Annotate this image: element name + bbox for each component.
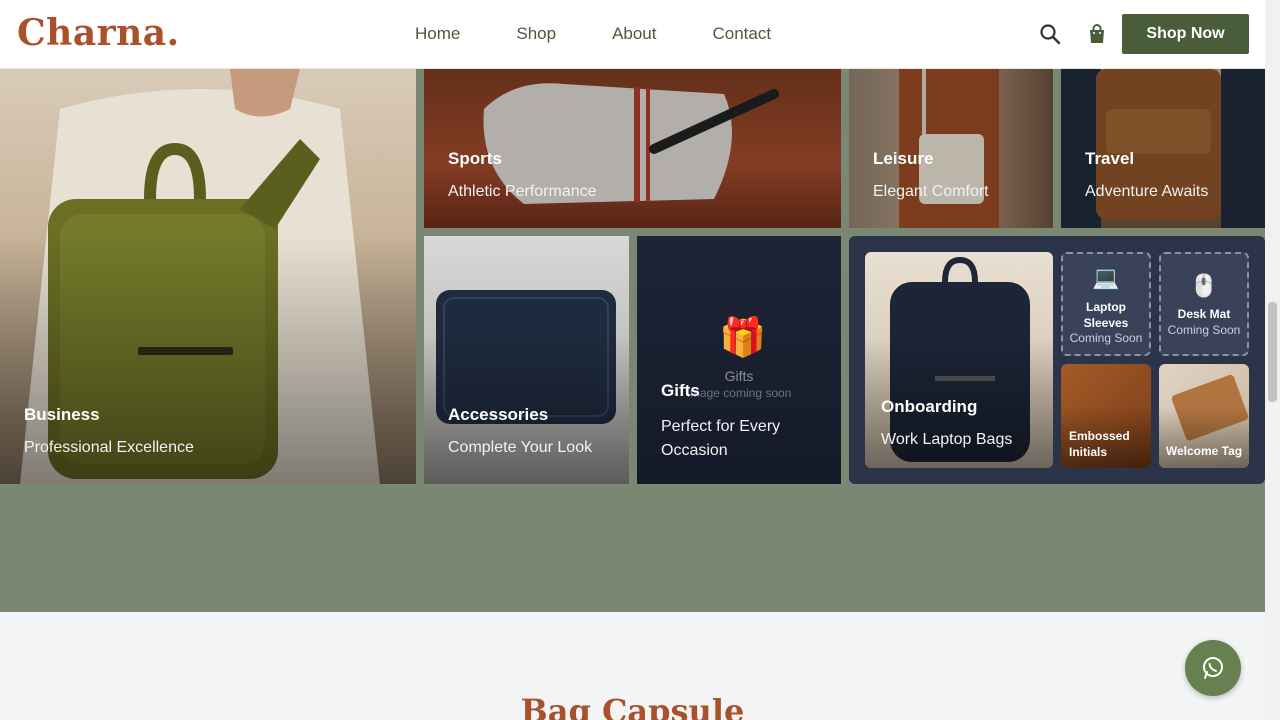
- tile-subtitle: Athletic Performance: [448, 183, 597, 200]
- mini-status: Coming Soon: [1069, 331, 1143, 345]
- scrollbar-thumb[interactable]: [1268, 302, 1277, 402]
- mini-status: Coming Soon: [1167, 323, 1241, 337]
- tile-title: Sports: [448, 149, 502, 168]
- gift-icon: 🎁: [719, 317, 767, 359]
- mini-label: Laptop Sleeves: [1083, 300, 1129, 330]
- nav-home[interactable]: Home: [415, 24, 460, 44]
- tile-title: Business: [24, 405, 100, 424]
- whatsapp-icon[interactable]: [1185, 640, 1241, 696]
- section-title: Bag Capsule: [520, 692, 745, 720]
- tile-title: Leisure: [873, 149, 934, 168]
- shop-now-button[interactable]: Shop Now: [1122, 14, 1249, 54]
- tile-title: Accessories: [448, 405, 549, 424]
- onboarding-item-welcome-tag[interactable]: Welcome Tag: [1159, 364, 1249, 468]
- tile-title: Travel: [1085, 149, 1135, 168]
- category-tile-business[interactable]: Business Professional Excellence: [0, 69, 416, 484]
- tile-title: Onboarding: [881, 397, 978, 416]
- shopping-bag-icon[interactable]: [1085, 22, 1109, 46]
- mouse-icon: 🖱️: [1190, 273, 1218, 298]
- onboarding-item-laptop-sleeves[interactable]: 💻 Laptop Sleeves Coming Soon: [1061, 252, 1151, 356]
- tile-subtitle: Adventure Awaits: [1085, 183, 1209, 200]
- laptop-icon: 💻: [1092, 265, 1120, 290]
- onboarding-item-embossed-initials[interactable]: Embossed Initials: [1061, 364, 1151, 468]
- tile-subtitle: Perfect for Every Occasion: [661, 418, 781, 459]
- onboarding-item-desk-mat[interactable]: 🖱️ Desk Mat Coming Soon: [1159, 252, 1249, 356]
- tile-subtitle: Complete Your Look: [448, 439, 593, 456]
- mini-label: Embossed Initials: [1069, 429, 1130, 459]
- section-spacer: [0, 484, 1265, 612]
- category-tile-sports[interactable]: Sports Athletic Performance: [424, 69, 841, 228]
- mini-label: Desk Mat: [1177, 307, 1231, 321]
- category-tile-accessories[interactable]: Accessories Complete Your Look: [424, 236, 629, 484]
- site-header: Charna. Home Shop About Contact Shop Now: [0, 0, 1265, 69]
- category-tile-leisure[interactable]: Leisure Elegant Comfort: [849, 69, 1053, 228]
- search-icon[interactable]: [1038, 22, 1062, 46]
- tile-subtitle: Professional Excellence: [24, 439, 194, 456]
- tile-title: Gifts: [661, 381, 700, 400]
- mini-label: Welcome Tag: [1165, 444, 1243, 458]
- onboarding-main-card[interactable]: Onboarding Work Laptop Bags: [865, 252, 1053, 468]
- category-tile-onboarding: Onboarding Work Laptop Bags 💻 Laptop Sle…: [849, 236, 1265, 484]
- category-tile-gifts[interactable]: 🎁 Gifts Image coming soon Gifts Perfect …: [637, 236, 841, 484]
- category-tile-travel[interactable]: Travel Adventure Awaits: [1061, 69, 1265, 228]
- tile-subtitle: Work Laptop Bags: [881, 431, 1013, 448]
- nav-shop[interactable]: Shop: [516, 24, 556, 44]
- main-nav: Home Shop About Contact: [415, 24, 771, 44]
- nav-contact[interactable]: Contact: [713, 24, 772, 44]
- tile-subtitle: Elegant Comfort: [873, 183, 989, 200]
- logo[interactable]: Charna.: [17, 12, 180, 54]
- bag-capsule-section: Bag Capsule: [0, 612, 1265, 720]
- nav-about[interactable]: About: [612, 24, 656, 44]
